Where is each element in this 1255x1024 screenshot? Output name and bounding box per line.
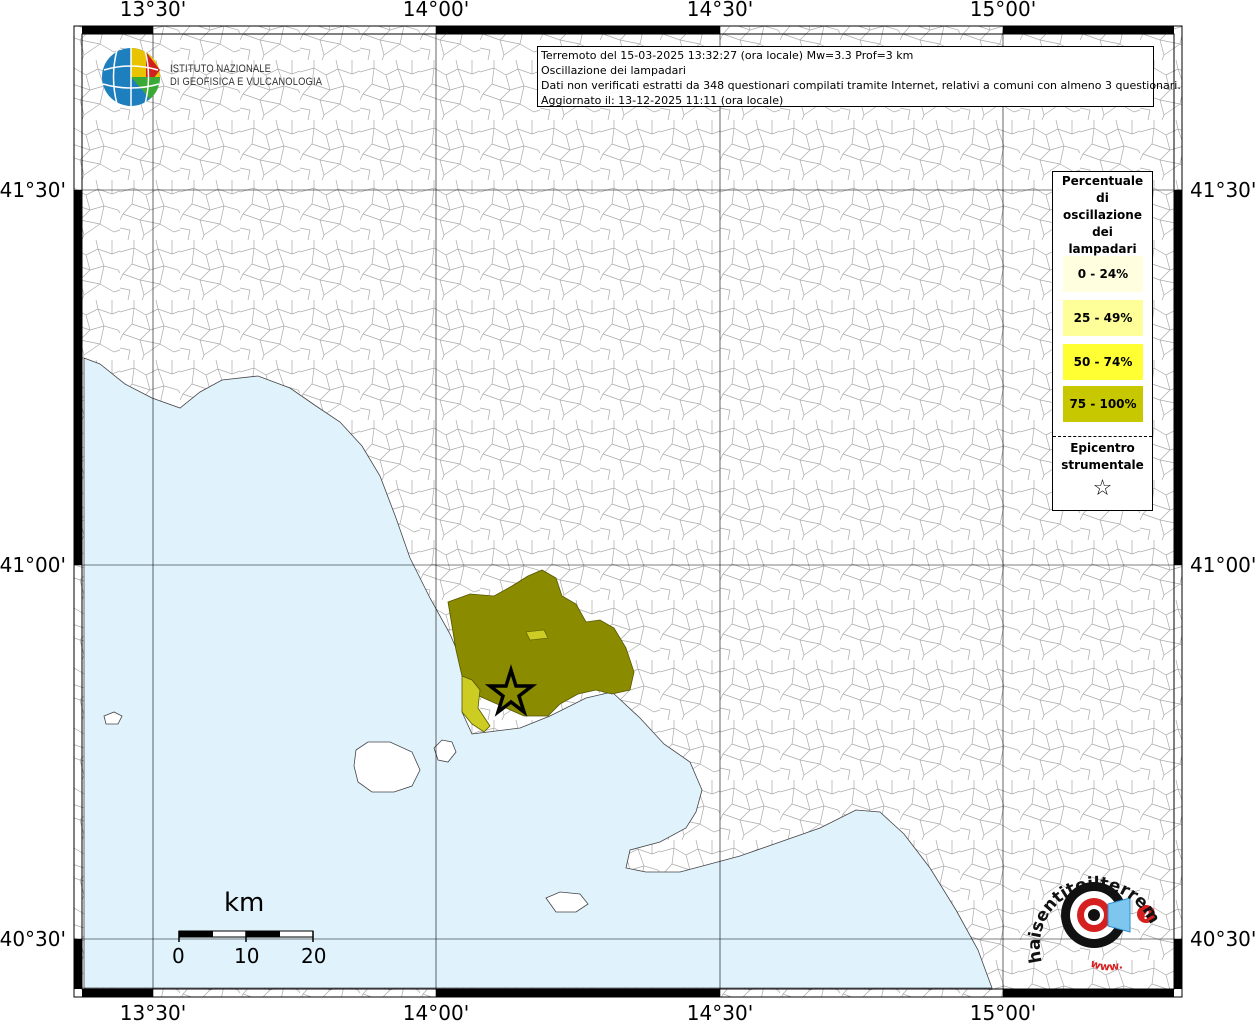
lon-label: 15°00': [970, 1001, 1036, 1024]
longitude-labels-bottom: 13°30' 14°00' 14°30' 15°00': [120, 1001, 1036, 1024]
info-data-note: Dati non verificati estratti da 348 ques…: [541, 79, 1181, 92]
scale-tick-10: 10: [234, 944, 260, 968]
lat-label: 40°30': [1190, 927, 1255, 951]
logo-line-2: DI GEOFISICA E VULCANOLOGIA: [170, 76, 323, 88]
info-updated: Aggiornato il: 13-12-2025 11:11 (ora loc…: [541, 94, 784, 107]
legend-class-75-100: 75 - 100%: [1063, 386, 1143, 422]
legend-title: Percentuale di oscillazione dei lampadar…: [1061, 174, 1144, 256]
lat-label: 41°00': [0, 553, 66, 577]
intensity-map: 13°30' 14°00' 14°30' 15°00' 13°30' 14°00…: [0, 0, 1255, 1024]
legend-epicenter-star-icon: ☆: [1092, 476, 1113, 501]
lon-label: 13°30': [120, 0, 186, 21]
lat-label: 40°30': [0, 927, 66, 951]
lat-label: 41°30': [1190, 178, 1255, 202]
logo-line-1: ISTITUTO NAZIONALE: [170, 63, 272, 75]
latitude-labels-left: 41°30' 41°00' 40°30': [0, 178, 66, 951]
legend-class-25-49: 25 - 49%: [1063, 300, 1143, 336]
ingv-logo-icon: [102, 48, 161, 106]
lon-label: 14°30': [687, 1001, 753, 1024]
lon-label: 14°00': [403, 0, 469, 21]
lon-label: 15°00': [970, 0, 1036, 21]
legend-class-50-74: 50 - 74%: [1063, 344, 1143, 380]
latitude-labels-right: 41°30' 41°00' 40°30': [1190, 178, 1255, 951]
legend-class-0-24: 0 - 24%: [1063, 256, 1143, 292]
lon-label: 14°30': [687, 0, 753, 21]
legend-epicenter-label: Epicentro strumentale: [1061, 441, 1144, 472]
lat-label: 41°30': [0, 178, 66, 202]
ingv-logo-text: ISTITUTO NAZIONALE DI GEOFISICA E VULCAN…: [170, 63, 322, 89]
info-parameter: Oscillazione dei lampadari: [541, 64, 686, 77]
lat-label: 41°00': [1190, 553, 1255, 577]
legend: Percentuale di oscillazione dei lampadar…: [1052, 171, 1153, 511]
legend-separator: [1053, 436, 1152, 437]
scale-tick-0: 0: [172, 944, 185, 968]
earthquake-info-box: Terremoto del 15-03-2025 13:32:27 (ora l…: [537, 46, 1181, 107]
scale-tick-20: 20: [301, 944, 327, 968]
affected-area-50-74-small: [525, 629, 549, 641]
lon-label: 14°00': [403, 1001, 469, 1024]
lon-label: 13°30': [120, 1001, 186, 1024]
longitude-labels-top: 13°30' 14°00' 14°30' 15°00': [120, 0, 1036, 21]
info-event: Terremoto del 15-03-2025 13:32:27 (ora l…: [541, 49, 914, 62]
scale-unit: km: [224, 888, 265, 918]
